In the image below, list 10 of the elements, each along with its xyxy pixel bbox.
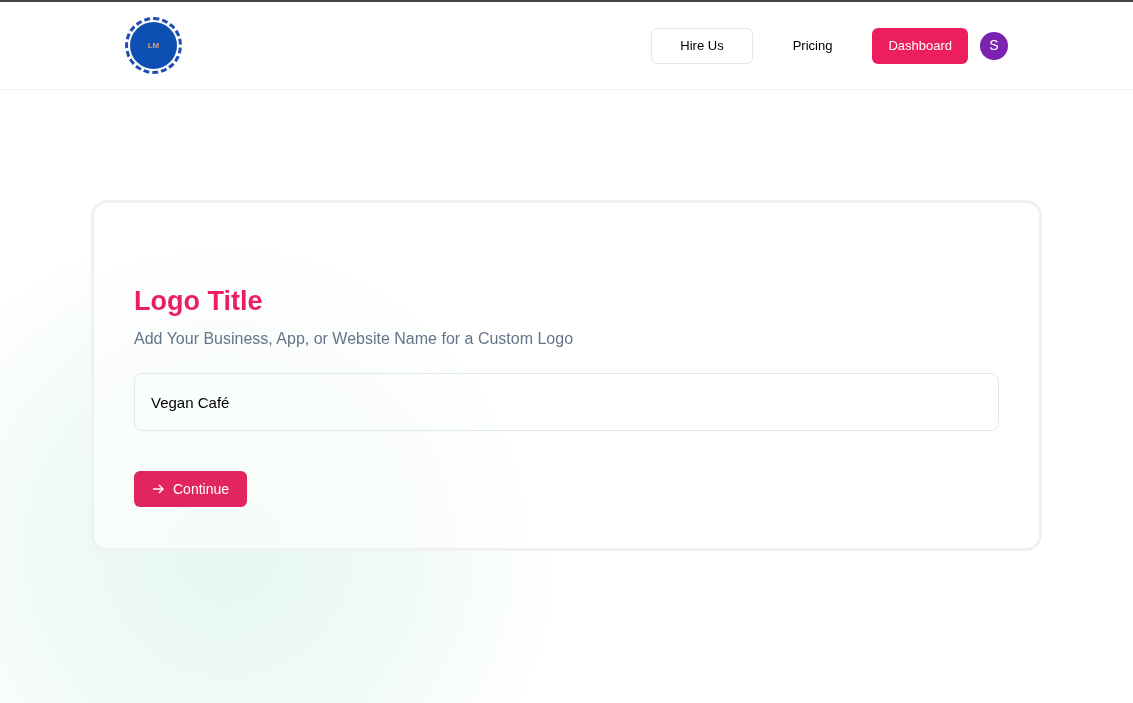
logo-text: LM xyxy=(147,39,160,52)
nav-button[interactable]: Hire Us xyxy=(651,27,753,64)
arrow-right-icon xyxy=(152,483,164,495)
input-field[interactable]: Vegan Café xyxy=(134,373,999,431)
dashboard-button[interactable]: Dashboard xyxy=(872,27,968,64)
avatar[interactable]: S xyxy=(980,31,1008,60)
nav-link[interactable]: Pricing xyxy=(764,27,861,64)
title: Logo Title xyxy=(134,285,264,317)
subtitle: Add Your Business, App, or Website Name for a Custom Logo xyxy=(134,329,575,349)
continue-button[interactable]: Continue xyxy=(134,471,248,507)
